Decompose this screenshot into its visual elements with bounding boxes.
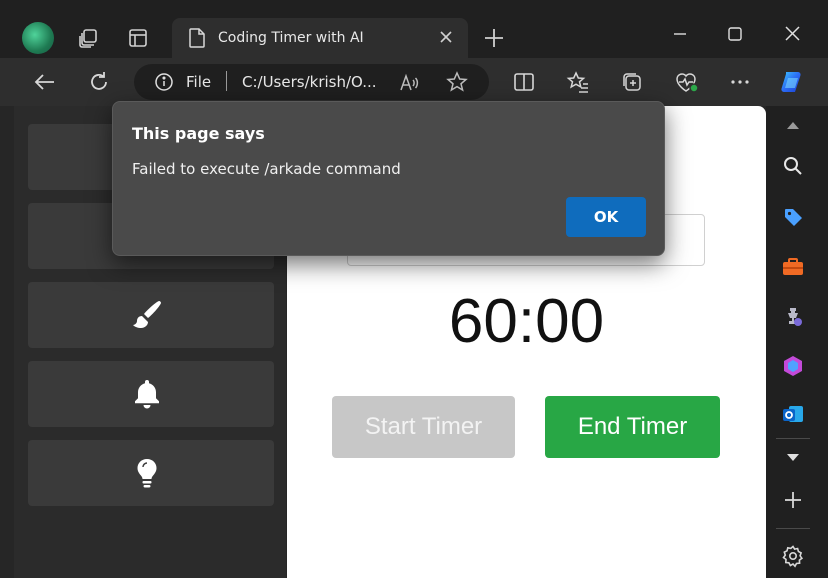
sidebar-divider: [776, 438, 810, 439]
address-scheme: File: [186, 73, 212, 91]
bell-icon: [130, 377, 164, 411]
tab-title: Coding Timer with AI: [218, 30, 364, 46]
start-timer-button[interactable]: Start Timer: [332, 396, 515, 458]
address-bar[interactable]: File C:/Users/krish/O...: [134, 64, 489, 100]
vertical-tabs-icon[interactable]: [126, 26, 150, 50]
lightbulb-icon: [130, 456, 164, 490]
favorites-icon[interactable]: [566, 70, 590, 94]
gear-icon[interactable]: [781, 544, 805, 568]
split-screen-icon[interactable]: [512, 70, 536, 94]
edge-sidebar: [766, 106, 828, 578]
close-window-icon[interactable]: [778, 22, 806, 46]
page-icon: [189, 28, 205, 48]
add-sidebar-app-icon[interactable]: [781, 488, 805, 512]
browser-titlebar: Coding Timer with AI: [0, 0, 828, 58]
address-separator: [226, 71, 227, 91]
dialog-message: Failed to execute /arkade command: [132, 160, 401, 178]
collections-icon[interactable]: [620, 70, 644, 94]
active-tab[interactable]: Coding Timer with AI: [172, 18, 468, 58]
scroll-up-icon[interactable]: [781, 114, 805, 138]
favorite-star-icon[interactable]: [446, 71, 468, 93]
refresh-icon[interactable]: [87, 70, 111, 94]
paintbrush-icon: [130, 298, 164, 332]
sidebar-card-ideas[interactable]: [28, 440, 274, 506]
back-icon[interactable]: [33, 70, 57, 94]
alert-dialog: This page says Failed to execute /arkade…: [112, 101, 665, 256]
shopping-tag-icon[interactable]: [781, 205, 805, 229]
minimize-icon[interactable]: [666, 22, 694, 46]
sidebar-card-notifications[interactable]: [28, 361, 274, 427]
timer-display: 60:00: [448, 287, 605, 356]
scroll-down-icon[interactable]: [781, 445, 805, 469]
sidebar-card-theme[interactable]: [28, 282, 274, 348]
tools-icon[interactable]: [781, 255, 805, 279]
sidebar-divider: [776, 528, 810, 529]
new-tab-icon[interactable]: [482, 26, 506, 50]
copilot-icon[interactable]: [778, 68, 806, 96]
end-timer-button[interactable]: End Timer: [545, 396, 720, 458]
workspaces-icon[interactable]: [76, 26, 100, 50]
more-options-icon[interactable]: [728, 70, 752, 94]
info-icon[interactable]: [154, 72, 174, 92]
browser-essentials-icon[interactable]: [674, 70, 699, 94]
ok-button[interactable]: OK: [566, 197, 646, 237]
browser-navbar: File C:/Users/krish/O...: [0, 58, 828, 106]
profile-avatar[interactable]: [22, 22, 54, 54]
office-icon[interactable]: [781, 354, 805, 378]
search-icon[interactable]: [781, 154, 805, 178]
outlook-icon[interactable]: [781, 402, 805, 426]
games-icon[interactable]: [781, 305, 805, 329]
maximize-icon[interactable]: [721, 22, 749, 46]
address-url[interactable]: C:/Users/krish/O...: [242, 73, 377, 91]
dialog-title: This page says: [132, 124, 265, 143]
read-aloud-icon[interactable]: [398, 72, 420, 94]
close-tab-icon[interactable]: [436, 27, 456, 47]
